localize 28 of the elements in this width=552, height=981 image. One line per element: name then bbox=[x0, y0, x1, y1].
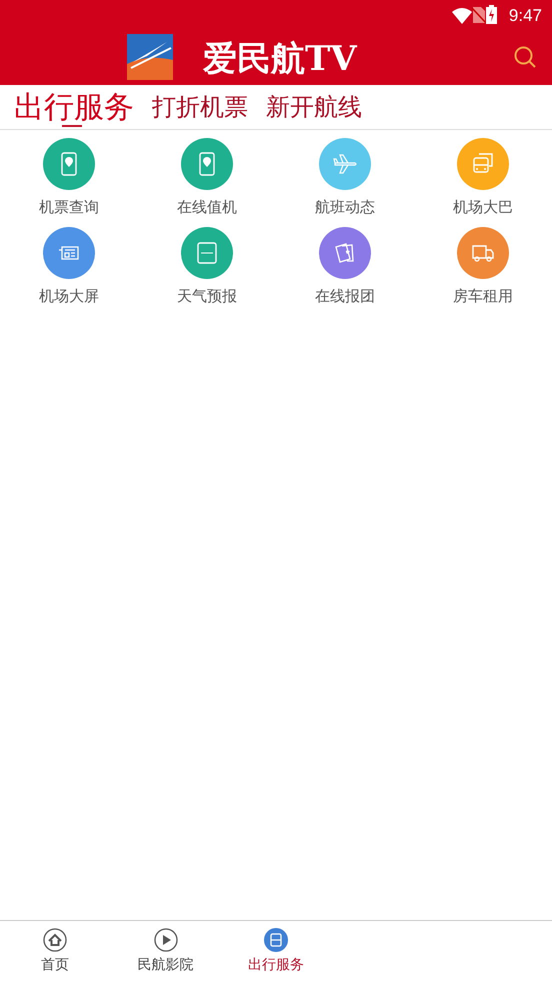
nav-tab[interactable]: 出行服务 bbox=[220, 921, 332, 981]
phone-pin-icon[interactable] bbox=[43, 138, 95, 190]
search-icon[interactable] bbox=[513, 45, 537, 69]
truck-icon[interactable] bbox=[457, 227, 509, 279]
service-label[interactable]: 房车租用 bbox=[453, 287, 513, 306]
airplane-icon[interactable] bbox=[319, 138, 371, 190]
play-icon bbox=[154, 928, 178, 952]
service-label[interactable]: 机场大巴 bbox=[453, 198, 513, 217]
nav-tab[interactable]: 首页 bbox=[0, 921, 110, 981]
service-label[interactable]: 在线报团 bbox=[315, 287, 375, 306]
service-label[interactable]: 天气预报 bbox=[177, 287, 237, 306]
logo-icon bbox=[127, 34, 173, 80]
app-title: 爱民航TV bbox=[203, 38, 357, 80]
category-tab[interactable]: 打折机票 bbox=[150, 87, 250, 127]
home-icon bbox=[43, 928, 68, 952]
phone-pin-icon[interactable] bbox=[181, 138, 233, 190]
service-label[interactable]: 机票查询 bbox=[39, 198, 99, 217]
wifi-icon bbox=[452, 8, 472, 24]
service-label[interactable]: 在线值机 bbox=[177, 198, 237, 217]
newspaper-icon[interactable] bbox=[43, 227, 95, 279]
category-tab[interactable]: 出行服务 bbox=[12, 87, 136, 127]
battery-icon bbox=[486, 4, 497, 24]
service-label[interactable]: 航班动态 bbox=[315, 198, 375, 217]
status-time: 9:47 bbox=[508, 6, 542, 26]
category-tab[interactable]: 新开航线 bbox=[264, 87, 364, 127]
no-sim-icon bbox=[472, 6, 486, 24]
nav-tab[interactable]: 民航影院 bbox=[110, 921, 221, 981]
service-label[interactable]: 机场大屏 bbox=[39, 287, 99, 306]
